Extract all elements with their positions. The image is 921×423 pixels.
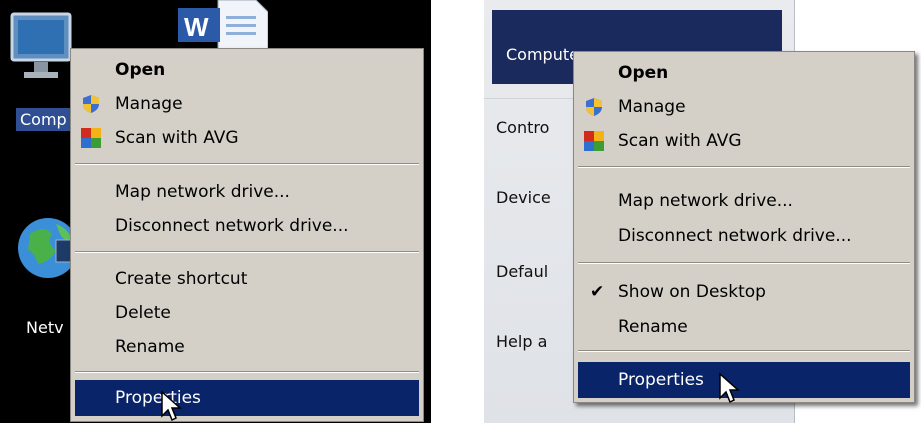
menu-item-properties[interactable]: Properties (578, 362, 910, 398)
menu-item-show-on-desktop-label: Show on Desktop (618, 282, 766, 302)
menu-item-manage-label: Manage (618, 97, 686, 117)
menu-item-show-on-desktop[interactable]: ✔ Show on Desktop (578, 275, 910, 309)
checkmark-icon: ✔ (590, 282, 605, 302)
menu-item-open[interactable]: Open (75, 53, 419, 87)
svg-text:W: W (184, 12, 209, 42)
start-menu-item-default-programs[interactable]: Defaul (496, 262, 548, 281)
desktop-icon-network-label[interactable]: Netv (26, 318, 64, 337)
word-document-icon[interactable]: W (178, 0, 268, 50)
menu-item-manage[interactable]: Manage (578, 90, 910, 124)
menu-separator (75, 163, 419, 165)
menu-item-scan-avg-label: Scan with AVG (115, 128, 239, 148)
menu-item-map-network-drive[interactable]: Map network drive... (578, 184, 910, 218)
menu-separator (578, 262, 910, 264)
menu-item-scan-avg[interactable]: Scan with AVG (578, 124, 910, 158)
menu-separator (75, 371, 419, 373)
menu-item-map-network-drive[interactable]: Map network drive... (75, 175, 419, 209)
menu-separator (75, 251, 419, 253)
start-menu-panel: Computer Contro Device Defaul Help a Ope… (484, 0, 921, 423)
menu-item-rename[interactable]: Rename (75, 330, 419, 364)
menu-item-delete[interactable]: Delete (75, 296, 419, 330)
menu-item-properties[interactable]: Properties (75, 380, 419, 416)
menu-item-create-shortcut[interactable]: Create shortcut (75, 262, 419, 296)
context-menu-left: Open Manage Scan with AVG Map network dr… (70, 48, 424, 422)
start-menu-item-help[interactable]: Help a (496, 332, 547, 351)
uac-shield-icon (83, 95, 99, 113)
mouse-cursor-icon (161, 390, 182, 422)
menu-item-manage-label: Manage (115, 94, 183, 114)
desktop-panel: Comp W Netv Open Manage Scan with AVG Ma… (0, 0, 431, 423)
desktop-icon-computer-label[interactable]: Comp (16, 108, 71, 131)
menu-item-open[interactable]: Open (578, 56, 910, 90)
menu-item-scan-avg-label: Scan with AVG (618, 131, 742, 151)
start-menu-item-devices[interactable]: Device (496, 188, 551, 207)
context-menu-right: Open Manage Scan with AVG Map network dr… (573, 51, 915, 403)
menu-item-rename[interactable]: Rename (578, 310, 910, 344)
menu-item-scan-avg[interactable]: Scan with AVG (75, 121, 419, 155)
start-menu-item-control-panel[interactable]: Contro (496, 118, 549, 137)
menu-item-disconnect-network-drive[interactable]: Disconnect network drive... (578, 219, 910, 253)
avg-icon (81, 128, 101, 148)
uac-shield-icon (586, 98, 602, 116)
menu-separator (578, 350, 910, 352)
menu-item-manage[interactable]: Manage (75, 87, 419, 121)
mouse-cursor-icon (719, 372, 740, 404)
avg-icon (584, 131, 604, 151)
menu-separator (578, 166, 910, 168)
menu-item-disconnect-network-drive[interactable]: Disconnect network drive... (75, 209, 419, 243)
